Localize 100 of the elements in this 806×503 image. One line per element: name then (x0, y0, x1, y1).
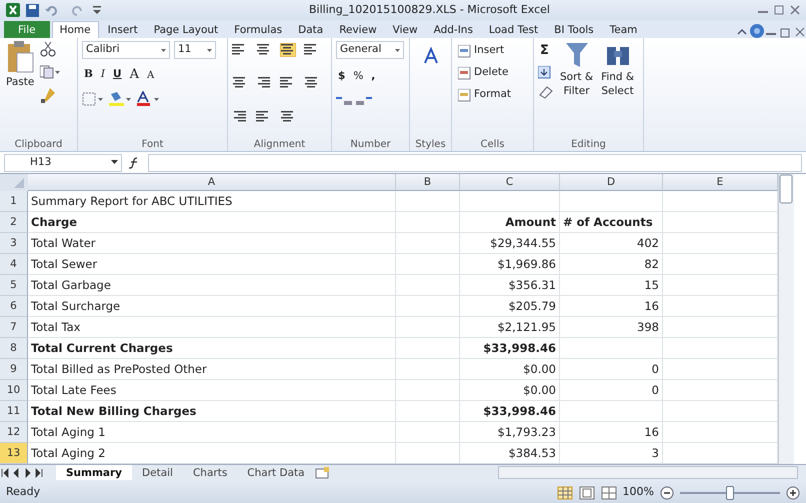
find-select-button[interactable]: Find & Select (599, 41, 636, 119)
row-header[interactable]: 10 (0, 380, 28, 401)
restore-icon[interactable] (774, 5, 784, 15)
scroll-thumb[interactable] (779, 174, 793, 204)
format-painter-icon[interactable] (40, 87, 56, 103)
copy-icon[interactable] (40, 65, 60, 79)
cut-icon[interactable] (40, 41, 56, 57)
row-header[interactable]: 7 (0, 317, 28, 338)
funnel-icon[interactable] (564, 41, 590, 69)
row-header[interactable]: 5 (0, 275, 28, 296)
ribbon-tab[interactable]: Insert (100, 21, 145, 38)
decrease-decimal-icon[interactable] (356, 95, 372, 107)
paste-button[interactable]: Paste (4, 41, 36, 121)
column-header[interactable]: D (560, 174, 663, 191)
currency-button[interactable]: $ (336, 67, 348, 87)
decrease-indent-icon[interactable] (232, 110, 248, 124)
table-cell: 0 (560, 359, 663, 380)
percent-button[interactable]: % (351, 67, 366, 87)
ribbon-tab[interactable]: Data (291, 21, 330, 38)
ribbon-tab[interactable]: Team (602, 21, 644, 38)
dropdown-icon[interactable] (161, 48, 166, 52)
formula-field[interactable] (148, 154, 802, 172)
number-format-field[interactable]: General (336, 41, 404, 59)
font-size-field[interactable]: 11 (174, 41, 216, 59)
align-left-icon[interactable] (232, 76, 248, 90)
name-box[interactable]: H13 (4, 154, 122, 172)
table-cell: $0.00 (460, 380, 560, 401)
page-layout-view-icon[interactable] (578, 486, 595, 500)
bottom-align-icon[interactable] (280, 43, 296, 57)
file-tab[interactable]: File (4, 21, 50, 38)
ribbon-tab[interactable]: BI Tools (547, 21, 601, 38)
orientation-icon[interactable] (280, 110, 296, 124)
ribbon-tab[interactable]: Add-Ins (426, 21, 480, 38)
sheet-tab[interactable]: Detail (132, 465, 183, 480)
row-header[interactable]: 2 (0, 212, 28, 233)
center-icon[interactable] (256, 76, 272, 90)
dropdown-icon[interactable] (395, 48, 400, 52)
help-icon[interactable] (750, 24, 764, 38)
row-header[interactable]: 11 (0, 401, 28, 422)
restore-icon[interactable] (780, 26, 792, 38)
save-icon[interactable] (26, 4, 39, 16)
delete-cells-icon[interactable] (458, 66, 472, 80)
column-header[interactable]: B (396, 174, 460, 191)
clipboard-icon[interactable] (6, 41, 34, 73)
column-header[interactable]: A (28, 174, 396, 191)
normal-view-icon[interactable] (556, 486, 573, 500)
close-icon[interactable] (794, 26, 806, 38)
ribbon-tab[interactable]: Review (332, 21, 384, 38)
row-header[interactable]: 8 (0, 338, 28, 359)
styles-icon[interactable] (422, 47, 440, 65)
horizontal-scrollbar[interactable] (498, 466, 798, 479)
zoom-out-icon[interactable] (660, 486, 674, 500)
zoom-in-icon[interactable] (786, 486, 800, 500)
insert-sheet-icon[interactable] (314, 466, 331, 478)
underline-button[interactable]: U (111, 65, 124, 85)
format-cells-button[interactable]: Format (456, 85, 514, 105)
row-header[interactable]: 9 (0, 359, 28, 380)
ribbon-tab[interactable]: Page Layout (146, 21, 226, 38)
ribbon-tab[interactable]: Home (52, 21, 99, 38)
autosum-button[interactable]: Σ (538, 41, 554, 61)
column-header[interactable]: C (460, 174, 560, 191)
excel-logo-icon[interactable] (6, 3, 20, 17)
page-break-view-icon[interactable] (600, 486, 617, 500)
delete-cells-button[interactable]: Delete (456, 63, 514, 83)
column-header[interactable]: E (663, 174, 778, 191)
sheet-tab[interactable]: Chart Data (237, 465, 315, 480)
grow-font-button[interactable]: A (128, 65, 141, 85)
merge-center-icon[interactable] (304, 76, 320, 90)
row-header[interactable]: 6 (0, 296, 28, 317)
sheet-tab[interactable]: Charts (182, 465, 238, 480)
increase-decimal-icon[interactable] (336, 95, 352, 107)
ribbon-tab[interactable]: View (386, 21, 425, 38)
ribbon-tab[interactable]: Load Test (482, 21, 546, 38)
font-name-field[interactable]: Calibri (82, 41, 170, 59)
customize-toolbar-icon[interactable] (93, 5, 101, 15)
middle-align-icon[interactable] (256, 43, 272, 57)
borders-icon[interactable] (82, 92, 104, 106)
ribbon-tab[interactable]: Formulas (227, 21, 290, 38)
eraser-icon[interactable] (538, 85, 554, 99)
row-header[interactable]: 4 (0, 254, 28, 275)
row-header[interactable]: 13 (0, 443, 28, 464)
shrink-font-button[interactable]: A (144, 65, 156, 85)
slider-thumb[interactable] (726, 486, 734, 500)
sort-filter-button[interactable]: Sort & Filter (558, 41, 596, 119)
insert-cells-button[interactable]: Insert (456, 41, 514, 61)
row-header[interactable]: 1 (0, 191, 28, 212)
row-header[interactable]: 12 (0, 422, 28, 443)
vertical-scrollbar[interactable] (778, 174, 794, 464)
zoom-level[interactable]: 100% (622, 484, 654, 501)
dropdown-icon[interactable] (207, 48, 212, 52)
italic-button[interactable]: I (98, 65, 108, 85)
fill-color-icon[interactable] (108, 91, 132, 107)
insert-cells-icon[interactable] (458, 44, 472, 58)
sheet-tab[interactable]: Summary (56, 465, 132, 480)
comma-button[interactable]: , (369, 67, 378, 87)
format-cells-icon[interactable] (458, 88, 472, 102)
font-color-icon[interactable] (136, 91, 160, 107)
row-header[interactable]: 3 (0, 233, 28, 254)
bold-button[interactable]: B (82, 65, 95, 85)
close-icon[interactable] (790, 5, 800, 15)
